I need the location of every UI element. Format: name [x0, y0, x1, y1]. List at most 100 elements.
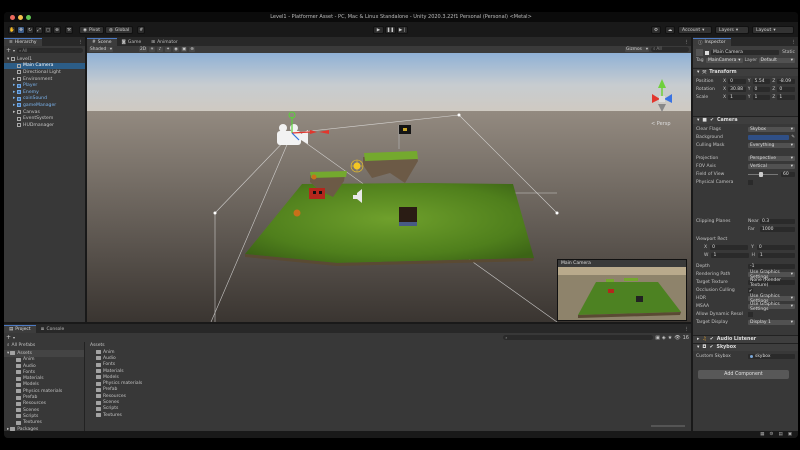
console-icon[interactable]: ▣: [788, 432, 792, 437]
global-toggle[interactable]: ◍ Global: [104, 26, 134, 34]
list-icon[interactable]: ▤: [778, 432, 782, 437]
slider-knob[interactable]: [758, 171, 763, 177]
audio-toggle[interactable]: ♪: [157, 47, 164, 52]
chevron-down-icon[interactable]: ▾: [13, 335, 15, 340]
camera-enabled-checkbox[interactable]: ✔: [710, 118, 714, 123]
property-checkbox[interactable]: [748, 180, 753, 185]
hierarchy-item[interactable]: ▸ Player: [4, 82, 85, 89]
project-search-input[interactable]: ⌕: [503, 334, 654, 341]
favorite-icon[interactable]: ★: [668, 335, 672, 341]
custom-skybox-field[interactable]: skybox: [748, 353, 795, 360]
property-dropdown[interactable]: Everything ▾: [748, 142, 795, 149]
step-button[interactable]: ▶❘: [397, 26, 408, 34]
breadcrumb[interactable]: Assets: [86, 342, 691, 349]
plus-icon[interactable]: +: [6, 47, 11, 54]
property-dropdown[interactable]: Display 1 ▾: [748, 319, 795, 326]
property-checkbox[interactable]: ✔: [748, 288, 753, 293]
hierarchy-item[interactable]: ▸ coinSound: [4, 96, 85, 103]
property-dropdown[interactable]: Use Graphics Settings ▾: [748, 294, 795, 304]
vp-h-field[interactable]: 1: [757, 252, 795, 259]
pause-button[interactable]: ❚❚: [385, 26, 396, 34]
panel-menu-icon[interactable]: ⋮: [683, 327, 692, 333]
camera-header[interactable]: ▾ ■ ✔ Camera: [693, 116, 798, 124]
transform-header[interactable]: ▾ ⤧ Transform: [693, 68, 798, 76]
tools-toggle[interactable]: ⊕: [189, 47, 196, 52]
property-dropdown[interactable]: Use Graphics Settings ▾: [748, 270, 795, 280]
hand-tool-button[interactable]: ✋: [8, 26, 16, 34]
property-dropdown[interactable]: Use Graphics Settings ▾: [748, 302, 795, 312]
hierarchy-item[interactable]: ▸ Canvas: [4, 109, 85, 116]
tab-animator[interactable]: ⊞ Animator: [146, 38, 182, 46]
tab-hierarchy[interactable]: ≡ Hierarchy: [4, 38, 42, 46]
property-dropdown[interactable]: Perspective ▾: [748, 155, 795, 162]
persp-label[interactable]: < Persp: [651, 121, 671, 127]
cloud-button[interactable]: ☁: [665, 26, 675, 34]
audio-listener-header[interactable]: ▸ ♫ ✔ Audio Listener: [693, 335, 798, 343]
move-tool-button[interactable]: ✥: [17, 26, 25, 34]
hierarchy-item[interactable]: Main Camera: [4, 62, 85, 70]
skybox-header[interactable]: ▾ ◘ ✔ Skybox: [693, 343, 798, 351]
favorites-row[interactable]: ⌕ All Prefabs: [4, 342, 84, 349]
hierarchy-item[interactable]: EventSystem: [4, 115, 85, 122]
pivot-toggle[interactable]: ◉ Pivot: [79, 26, 104, 34]
lighting-toggle[interactable]: ☀: [149, 47, 156, 52]
position-x-field[interactable]: 0: [728, 78, 746, 85]
plus-icon[interactable]: +: [6, 334, 11, 341]
fov-slider[interactable]: [748, 171, 778, 177]
asset-folder-item[interactable]: Textures: [96, 412, 691, 418]
eyedropper-icon[interactable]: ✎: [791, 135, 795, 140]
scale-x-field[interactable]: 1: [728, 94, 746, 101]
account-dropdown[interactable]: Account ▾: [678, 26, 712, 34]
tab-inspector[interactable]: ⓘ Inspector: [693, 38, 731, 46]
hierarchy-item[interactable]: ▸ gameManager: [4, 102, 85, 109]
2d-toggle[interactable]: 2D: [139, 47, 148, 52]
layer-dropdown[interactable]: Default ▾: [758, 57, 795, 64]
transform-tool-button[interactable]: ⊕: [53, 26, 61, 34]
scene-camera-button[interactable]: ▣: [181, 47, 188, 52]
rotation-x-field[interactable]: 30.88: [728, 86, 746, 93]
scale-tool-button[interactable]: ⤢: [35, 26, 43, 34]
rotation-y-field[interactable]: 0: [752, 86, 771, 93]
play-button[interactable]: ▶: [373, 26, 384, 34]
scene-viewport[interactable]: < Persp Main Camera: [87, 53, 691, 322]
vp-x-field[interactable]: 0: [710, 244, 749, 251]
bug-icon[interactable]: ⚙: [769, 432, 773, 437]
hierarchy-search-input[interactable]: ⌕ All: [17, 47, 83, 54]
tab-scene[interactable]: # Scene: [87, 38, 117, 46]
custom-tool-button[interactable]: ⚒: [65, 26, 73, 34]
audio-listener-checkbox[interactable]: ✔: [710, 337, 714, 342]
collab-button[interactable]: ⚙: [651, 26, 661, 34]
skybox-checkbox[interactable]: ✔: [709, 345, 713, 350]
effects-toggle[interactable]: ✦: [165, 47, 172, 52]
hierarchy-item[interactable]: ▸ Enemy: [4, 89, 85, 96]
hierarchy-item[interactable]: ▾ Level1: [4, 56, 85, 63]
layers-dropdown[interactable]: Layers ▾: [715, 26, 749, 34]
gizmos-dropdown[interactable]: Gizmos ▾: [625, 47, 649, 52]
property-checkbox[interactable]: [748, 312, 753, 317]
hierarchy-item[interactable]: Directional Light: [4, 69, 85, 76]
scale-z-field[interactable]: 1: [777, 94, 795, 101]
chevron-down-icon[interactable]: ▾: [13, 48, 15, 53]
shading-dropdown[interactable]: Shaded ▾: [89, 47, 113, 52]
layout-dropdown[interactable]: Layout ▾: [752, 26, 794, 34]
scene-search-input[interactable]: ⌕ All: [651, 46, 689, 53]
icon-size-slider[interactable]: [651, 425, 685, 427]
rotate-tool-button[interactable]: ↻: [26, 26, 34, 34]
active-checkbox[interactable]: [705, 50, 709, 55]
hierarchy-item[interactable]: HUDmanager: [4, 122, 85, 129]
filter-label-icon[interactable]: ◈: [662, 335, 666, 341]
panel-menu-icon[interactable]: ⋮: [77, 40, 86, 46]
position-z-field[interactable]: -8.09: [777, 78, 795, 85]
object-name-field[interactable]: Main Camera: [711, 49, 780, 56]
property-field[interactable]: -1: [748, 263, 795, 270]
grid-snap-button[interactable]: #: [137, 26, 146, 34]
far-field[interactable]: 1000: [760, 226, 795, 233]
static-label[interactable]: Static: [782, 50, 795, 55]
scale-y-field[interactable]: 1: [752, 94, 771, 101]
vp-y-field[interactable]: 0: [756, 244, 795, 251]
rect-tool-button[interactable]: ▢: [44, 26, 52, 34]
hierarchy-item[interactable]: ▸ Environment: [4, 76, 85, 83]
background-color-swatch[interactable]: [748, 134, 790, 141]
property-field[interactable]: None (Render Texture): [748, 278, 795, 288]
vp-w-field[interactable]: 1: [711, 252, 749, 259]
